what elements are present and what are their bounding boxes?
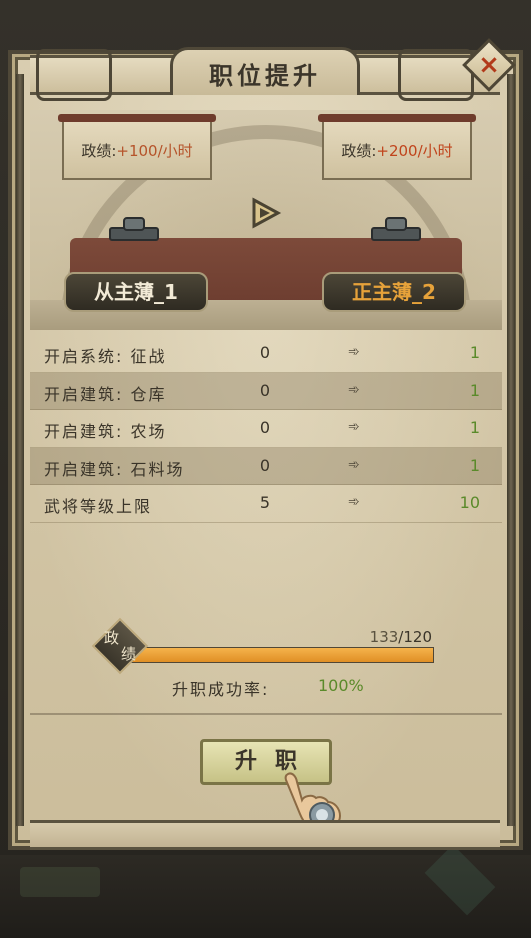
next-output-text: 政绩:+200/小时 <box>322 140 472 161</box>
dialog-title: 职位提升 <box>209 62 321 90</box>
dialog-footer-bar <box>30 820 500 850</box>
arrow-right-icon: ➾ <box>348 494 360 510</box>
row-label: 武将等级上限 <box>44 497 153 516</box>
current-rank-name: 从主薄_1 <box>64 272 208 312</box>
row-label: 开启建筑: 农场 <box>44 422 167 441</box>
arrow-right-icon: ➾ <box>348 344 360 360</box>
next-output-value: +200/小时 <box>376 142 453 160</box>
row-label: 开启建筑: 仓库 <box>44 384 167 404</box>
table-row: 开启建筑: 农场 0 ➾ 1 <box>30 410 502 448</box>
row-next-value: 1 <box>469 343 480 362</box>
official-seal-icon <box>109 217 159 241</box>
game-screen: 职位提升 × 政绩:+100/小时 政绩:+200/小时 从主薄_1 正主薄_2 <box>0 0 531 938</box>
divider <box>30 713 502 715</box>
progress-max: 120 <box>403 628 432 646</box>
arrow-right-icon: ➾ <box>348 456 360 473</box>
header-ornament-right <box>398 49 474 101</box>
background-hud <box>0 844 531 938</box>
progress-current: 133 <box>369 628 399 646</box>
progress-readout: 133/120 <box>300 628 432 646</box>
score-badge-char: 绩 <box>120 645 136 663</box>
score-badge-text: 政 绩 <box>96 630 144 662</box>
row-next-value: 10 <box>459 493 480 512</box>
current-output-value: +100/小时 <box>116 142 193 160</box>
row-current-value: 0 <box>259 380 271 400</box>
dialog-border-right <box>507 74 515 826</box>
arrow-right-icon: ➾ <box>348 419 360 435</box>
current-output-text: 政绩:+100/小时 <box>62 140 212 161</box>
header-ornament-left <box>36 49 112 101</box>
row-current-value: 0 <box>259 455 271 475</box>
plaque-rod <box>58 114 216 122</box>
row-next-value: 1 <box>469 380 480 400</box>
score-badge-char: 政 <box>104 629 120 647</box>
table-row: 武将等级上限 5 ➾ 10 <box>30 485 502 523</box>
row-next-value: 1 <box>469 418 480 437</box>
progress-fill <box>131 648 433 662</box>
success-rate-label: 升职成功率: <box>172 680 270 699</box>
triangle-arrow-icon <box>252 197 282 229</box>
row-current-value: 5 <box>259 493 271 512</box>
current-output-label: 政绩: <box>81 142 117 160</box>
next-rank-name: 正主薄_2 <box>322 272 466 312</box>
row-label: 开启系统: 征战 <box>44 347 167 366</box>
table-row: 开启系统: 征战 0 ➾ 1 <box>30 335 502 373</box>
unlock-table: 开启系统: 征战 0 ➾ 1 开启建筑: 仓库 0 ➾ 1 开启建筑: 农场 0… <box>30 335 502 523</box>
plaque-rod <box>318 114 476 122</box>
table-row: 开启建筑: 石料场 0 ➾ 1 <box>30 447 502 485</box>
dialog-border-left <box>16 74 24 826</box>
row-current-value: 0 <box>259 418 271 437</box>
success-rate-value: 100% <box>318 676 364 695</box>
background-icon-ghost <box>424 844 496 916</box>
progress-bar <box>130 647 434 663</box>
next-output-label: 政绩: <box>341 142 377 160</box>
background-button-ghost <box>20 867 100 897</box>
official-seal-icon <box>371 217 421 241</box>
row-label: 开启建筑: 石料场 <box>44 459 185 479</box>
row-next-value: 1 <box>469 455 480 475</box>
table-row: 开启建筑: 仓库 0 ➾ 1 <box>30 372 502 410</box>
row-current-value: 0 <box>259 343 271 362</box>
arrow-right-icon: ➾ <box>348 381 360 398</box>
